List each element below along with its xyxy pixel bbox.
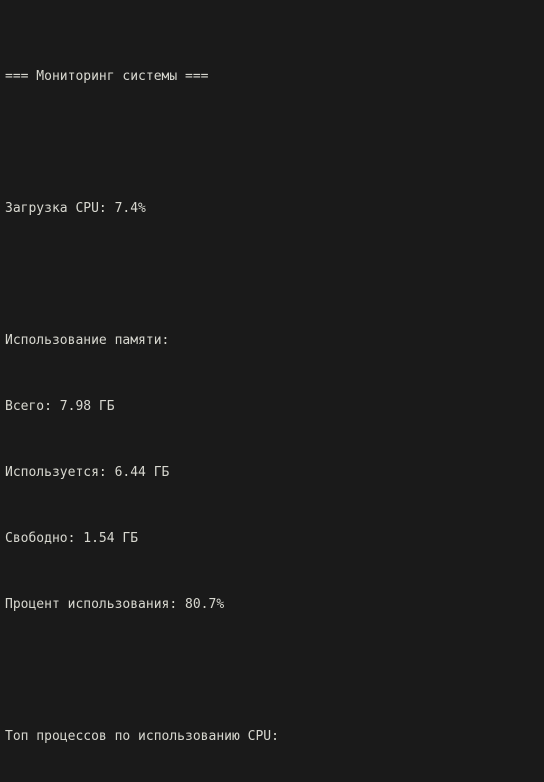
spacer-line (5, 264, 544, 286)
memory-section-heading: Использование памяти: (5, 333, 170, 348)
spacer-line (5, 660, 544, 682)
spacer-line (5, 132, 544, 154)
terminal-output: === Мониторинг системы === Загрузка CPU:… (0, 0, 544, 782)
memory-percent-line: Процент использования: 80.7% (5, 597, 225, 612)
processes-section-heading: Топ процессов по использованию CPU: (5, 729, 279, 744)
memory-total-line: Всего: 7.98 ГБ (5, 399, 115, 414)
memory-free-line: Свободно: 1.54 ГБ (5, 531, 139, 546)
memory-used-line: Используется: 6.44 ГБ (5, 465, 170, 480)
monitor-title: === Мониторинг системы === (5, 69, 209, 84)
cpu-usage-line: Загрузка CPU: 7.4% (5, 201, 146, 216)
